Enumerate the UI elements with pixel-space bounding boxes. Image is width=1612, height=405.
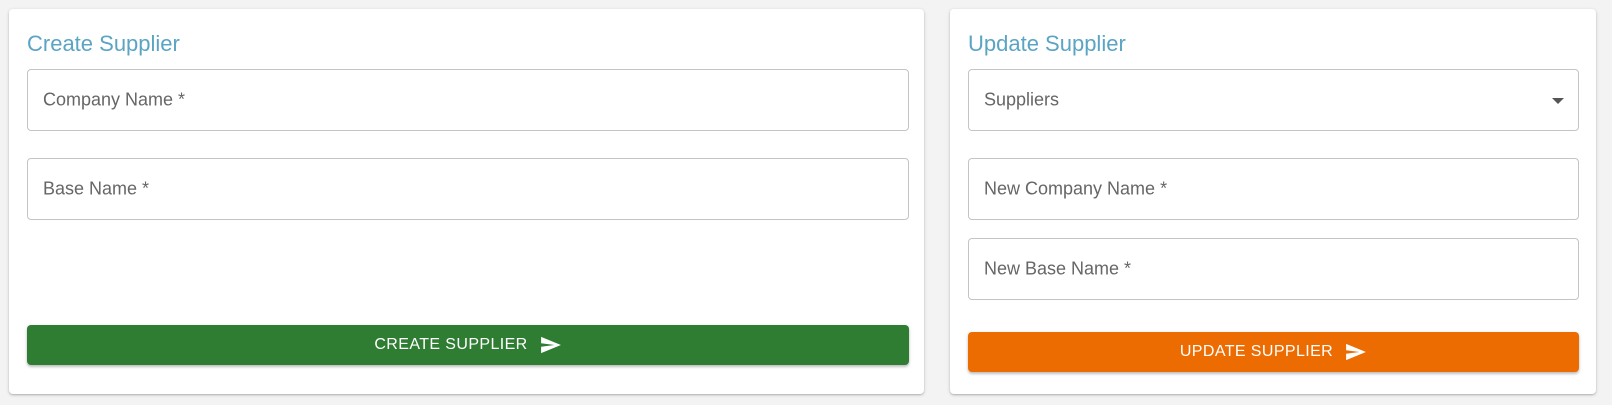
chevron-down-icon	[1552, 98, 1564, 104]
new-company-name-label: New Company Name *	[984, 178, 1168, 199]
suppliers-select[interactable]: Suppliers	[968, 69, 1579, 131]
update-supplier-button[interactable]: UPDATE SUPPLIER	[968, 332, 1579, 372]
new-base-name-label: New Base Name *	[984, 258, 1132, 279]
create-supplier-title: Create Supplier	[27, 31, 180, 56]
update-supplier-button-label: UPDATE SUPPLIER	[1179, 343, 1334, 360]
base-name-label: Base Name *	[43, 178, 150, 199]
update-supplier-card: Update Supplier Suppliers New Company Na…	[950, 9, 1596, 394]
update-supplier-title: Update Supplier	[968, 31, 1126, 56]
send-icon	[1345, 343, 1367, 361]
create-supplier-button-label: CREATE SUPPLIER	[374, 336, 528, 353]
send-icon	[540, 336, 562, 354]
new-company-name-field[interactable]: New Company Name *	[968, 158, 1579, 220]
company-name-label: Company Name *	[43, 89, 186, 110]
suppliers-select-label: Suppliers	[984, 89, 1060, 110]
new-base-name-field[interactable]: New Base Name *	[968, 238, 1579, 300]
create-supplier-button[interactable]: CREATE SUPPLIER	[27, 325, 909, 365]
create-supplier-card: Create Supplier Company Name * Base Name…	[9, 9, 924, 394]
company-name-field[interactable]: Company Name *	[27, 69, 909, 131]
base-name-field[interactable]: Base Name *	[27, 158, 909, 220]
